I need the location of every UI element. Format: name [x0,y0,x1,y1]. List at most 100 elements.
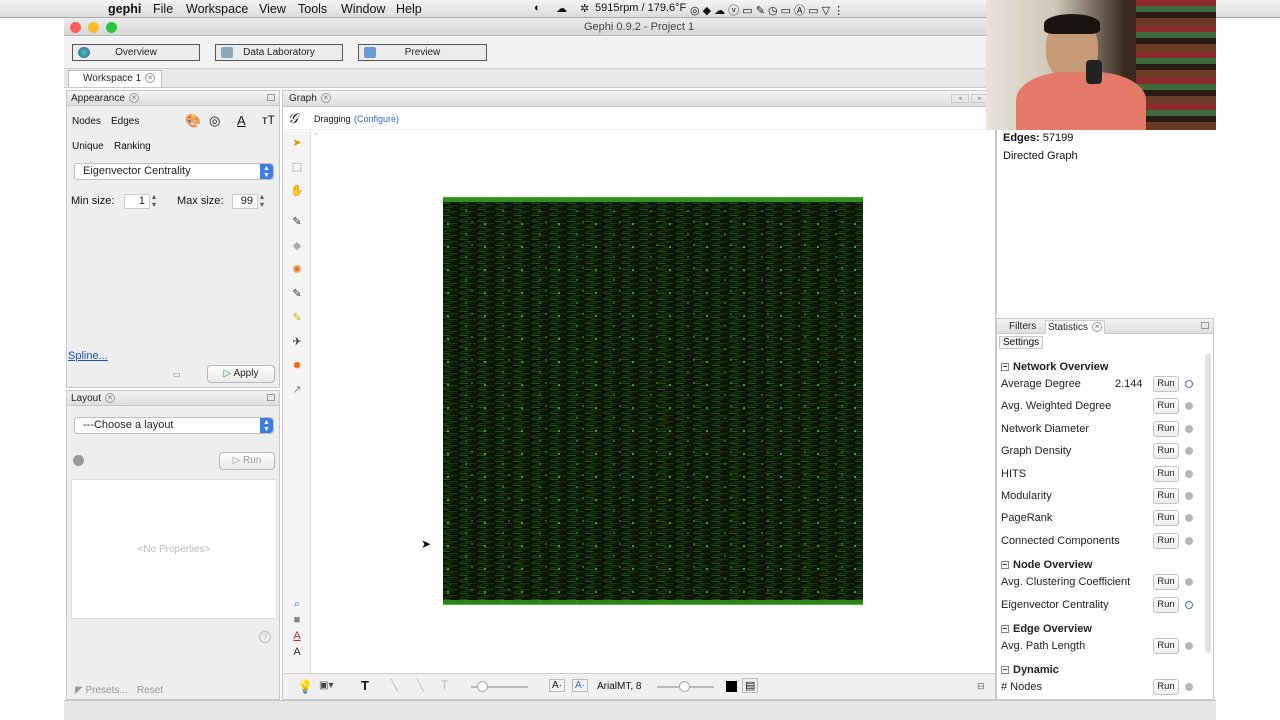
minimize-window-button[interactable] [88,22,99,33]
run-button[interactable]: Run [1153,488,1179,504]
layout-select[interactable]: ---Choose a layout ▲ ▼ [74,417,274,434]
label-font-icon[interactable]: A [290,645,304,659]
link-icon[interactable]: ▭ [173,370,181,379]
tray-icon[interactable]: ◎ ◆ ☁ ⓥ ▭ ✎ ◷ ▭ Ⓐ ▭ ▽ ⋮ [690,2,844,18]
tab-graph[interactable]: Graph × [287,92,333,105]
ranking-attribute-select[interactable]: Eigenvector Centrality ▲ ▼ [74,163,274,180]
menu-file[interactable]: File [153,2,173,16]
settings-button[interactable]: Settings [999,336,1044,349]
data-laboratory-button[interactable]: Data Laboratory [215,44,343,61]
max-size-stepper[interactable]: ▴ ▾ [260,193,264,209]
edge-label-icon[interactable]: T [441,678,448,692]
edge-color-icon[interactable]: ╲ [417,679,424,692]
select-arrow-icon[interactable]: ➤ [290,136,304,150]
run-button[interactable]: Run [1153,532,1179,549]
rectangle-select-icon[interactable]: ⬚ [290,160,304,174]
tab-edges[interactable]: Edges [111,116,139,127]
menu-view[interactable]: View [259,2,286,16]
label-size-icon[interactable]: тT [262,113,275,127]
run-button[interactable]: Run [1153,420,1179,437]
close-window-button[interactable] [70,22,81,33]
menu-window[interactable]: Window [341,2,385,16]
report-icon[interactable] [1185,600,1193,609]
edge-pencil-icon[interactable]: ↗ [290,383,304,397]
close-icon[interactable]: × [105,393,116,404]
label-color-icon[interactable]: A· [572,679,588,692]
label-color-icon[interactable]: A [237,113,246,128]
fan-status[interactable]: 5915rpm / 179.6°F [595,2,686,14]
overview-button[interactable]: Overview [72,44,200,61]
slider-thumb[interactable] [477,681,488,692]
menu-help[interactable]: Help [396,2,422,16]
run-button[interactable]: Run [1153,510,1179,527]
menu-tools[interactable]: Tools [298,2,327,16]
close-icon[interactable]: × [145,73,156,84]
presets-button[interactable]: ◤ Presets... [75,685,128,696]
text-icon[interactable]: T [361,678,369,693]
color-swatch[interactable] [726,681,737,692]
fan-icon[interactable]: ✲ [580,2,589,15]
layout-run-button[interactable]: ▷ Run [219,452,275,470]
tab-unique[interactable]: Unique [72,141,104,152]
painter-icon[interactable]: ✎ [290,215,304,229]
tab-filters[interactable]: Filters [1007,320,1038,333]
collapse-icon[interactable]: − [1001,625,1009,634]
tab-workspace-1[interactable]: Workspace 1 × [68,70,163,87]
app-menu[interactable]: gephi [108,2,141,16]
color-wheel-icon[interactable]: ✺ [290,263,304,277]
slider-thumb[interactable] [679,681,690,692]
heat-map-icon[interactable]: ✹ [290,359,304,373]
min-size-stepper[interactable]: ▴ ▾ [152,193,156,209]
reset-button[interactable]: Reset [137,685,163,696]
max-size-input[interactable]: 99 [232,194,258,209]
scroll-left-icon[interactable]: ◂ [951,94,969,103]
tab-appearance[interactable]: Appearance × [69,92,141,105]
edge-icon[interactable]: ╲ [391,679,398,692]
screenshot-icon[interactable]: ▣▾ [319,680,333,691]
close-icon[interactable]: × [128,93,139,104]
tab-statistics[interactable]: Statistics × [1045,320,1106,334]
background-color-icon[interactable]: ■ [290,613,304,627]
zoom-window-button[interactable] [106,22,117,33]
report-icon[interactable] [1185,380,1193,388]
lightbulb-icon[interactable]: 💡 [297,679,313,695]
pencil-icon[interactable]: ✎ [290,311,304,325]
help-icon[interactable]: ? [259,631,271,643]
brush-icon[interactable]: ✎ [290,287,304,301]
cloud-icon[interactable]: ☁ [556,2,567,15]
preview-button[interactable]: Preview [358,44,487,61]
collapse-icon[interactable]: − [1001,363,1009,372]
apply-button[interactable]: ▷ Apply [207,365,275,383]
spline-link[interactable]: Spline... [68,350,108,362]
configure-link[interactable]: (Configure) [354,114,399,124]
close-icon[interactable]: × [1092,322,1103,333]
lock-icon[interactable]: ⊟ [977,681,985,692]
size-icon[interactable]: ◎ [209,113,220,129]
edge-scale-slider[interactable] [471,681,528,692]
tray-icon[interactable]: ◐ [534,2,541,14]
zoom-icon[interactable]: ⌕ [290,597,304,611]
run-button[interactable]: Run [1153,596,1179,613]
collapse-icon[interactable]: − [1001,561,1009,570]
run-button[interactable]: Run [1153,376,1179,392]
drag-hand-icon[interactable]: ✋ [290,184,304,198]
minimize-icon[interactable] [267,94,275,101]
statistics-scrollbar[interactable] [1205,353,1211,653]
run-button[interactable]: Run [1153,465,1179,482]
label-attributes-icon[interactable]: ▤ [742,678,759,693]
font-selector[interactable]: ArialMT, 8 [597,681,641,692]
menu-workspace[interactable]: Workspace [186,2,248,16]
run-button[interactable]: Run [1153,679,1179,696]
run-button[interactable]: Run [1153,574,1179,591]
label-scale-slider[interactable] [657,681,714,692]
shortest-path-icon[interactable]: ✈ [290,335,304,349]
run-button[interactable]: Run [1153,638,1179,654]
minimize-icon[interactable] [1201,322,1209,329]
palette-icon[interactable]: 🎨 [185,113,201,129]
tab-nodes[interactable]: Nodes [72,116,101,127]
tab-layout[interactable]: Layout × [69,392,117,405]
tab-ranking[interactable]: Ranking [114,141,151,152]
min-size-input[interactable]: 1 [124,194,150,209]
close-icon[interactable]: × [320,93,331,104]
run-button[interactable]: Run [1153,443,1179,460]
